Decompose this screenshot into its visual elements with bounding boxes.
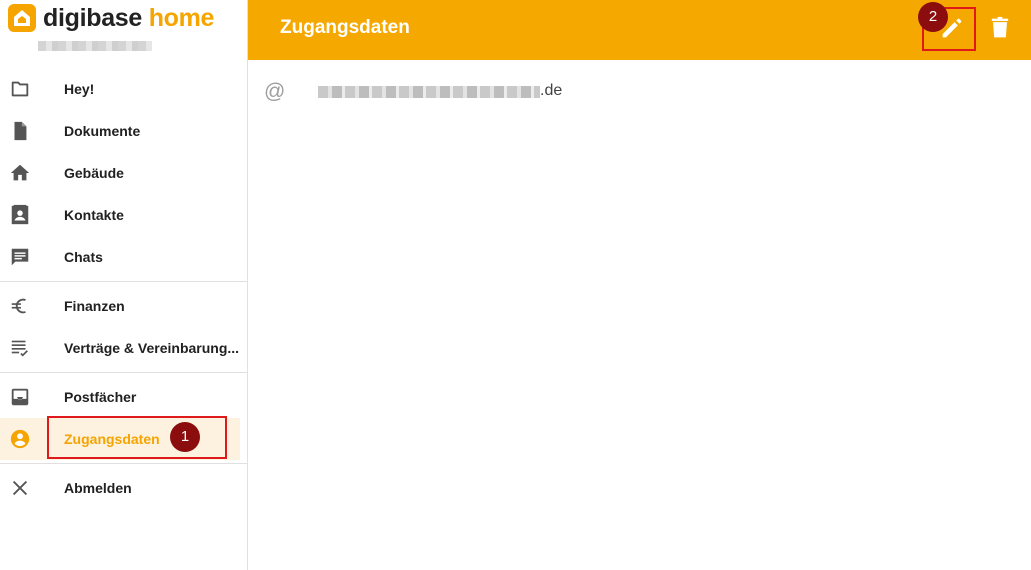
at-sign-icon: @ xyxy=(264,80,286,103)
close-icon xyxy=(9,477,31,499)
credential-row[interactable]: @ .de xyxy=(248,72,1031,112)
house-logo-icon xyxy=(8,4,36,32)
sidebar-item-postfaecher[interactable]: Postfächer xyxy=(0,376,247,418)
contacts-icon xyxy=(9,204,31,226)
brand-word-home: home xyxy=(148,4,215,32)
sidebar-item-label: Dokumente xyxy=(64,123,141,139)
brand-word-digibase: digibase xyxy=(43,4,143,32)
app-logo[interactable]: digibase home xyxy=(8,4,214,32)
inbox-icon xyxy=(9,386,31,408)
email-domain-suffix: .de xyxy=(540,82,563,99)
sidebar-item-label: Verträge & Vereinbarung... xyxy=(64,340,240,356)
delete-button[interactable] xyxy=(986,14,1014,42)
sidebar-item-gebaeude[interactable]: Gebäude xyxy=(0,152,247,194)
sidebar-item-label: Abmelden xyxy=(64,480,132,496)
sidebar: digibase home Hey! Dokumente Gebäude Kon… xyxy=(0,0,248,570)
email-redacted xyxy=(318,86,540,98)
sidebar-item-hey[interactable]: Hey! xyxy=(0,68,247,110)
page-title: Zugangsdaten xyxy=(280,17,410,38)
account-circle-icon xyxy=(9,428,31,450)
folder-icon xyxy=(9,78,31,100)
euro-icon xyxy=(9,295,31,317)
annotation-highlight-zugangsdaten xyxy=(47,416,227,459)
sidebar-item-vertraege[interactable]: Verträge & Vereinbarung... xyxy=(0,327,247,369)
app-header: Zugangsdaten xyxy=(248,0,1031,60)
nav-divider xyxy=(0,372,247,373)
sidebar-item-label: Kontakte xyxy=(64,207,124,223)
list-check-icon xyxy=(9,337,31,359)
sidebar-item-label: Hey! xyxy=(64,81,95,97)
chat-icon xyxy=(9,246,31,268)
sidebar-item-dokumente[interactable]: Dokumente xyxy=(0,110,247,152)
annotation-marker-1: 1 xyxy=(170,422,200,452)
home-icon xyxy=(9,162,31,184)
sidebar-item-label: Postfächer xyxy=(64,389,137,405)
sidebar-item-kontakte[interactable]: Kontakte xyxy=(0,194,247,236)
sidebar-item-finanzen[interactable]: Finanzen xyxy=(0,285,247,327)
sidebar-item-label: Gebäude xyxy=(64,165,124,181)
nav-divider xyxy=(0,281,247,282)
trash-icon xyxy=(991,16,1009,38)
sidebar-item-abmelden[interactable]: Abmelden xyxy=(0,467,247,509)
annotation-marker-2: 2 xyxy=(918,2,948,32)
brand-name: digibase home xyxy=(43,4,214,32)
sidebar-item-label: Finanzen xyxy=(64,298,125,314)
document-icon xyxy=(9,120,31,142)
sidebar-item-chats[interactable]: Chats xyxy=(0,236,247,278)
user-name-redacted xyxy=(38,41,152,51)
nav-divider xyxy=(0,463,247,464)
sidebar-item-label: Chats xyxy=(64,249,103,265)
